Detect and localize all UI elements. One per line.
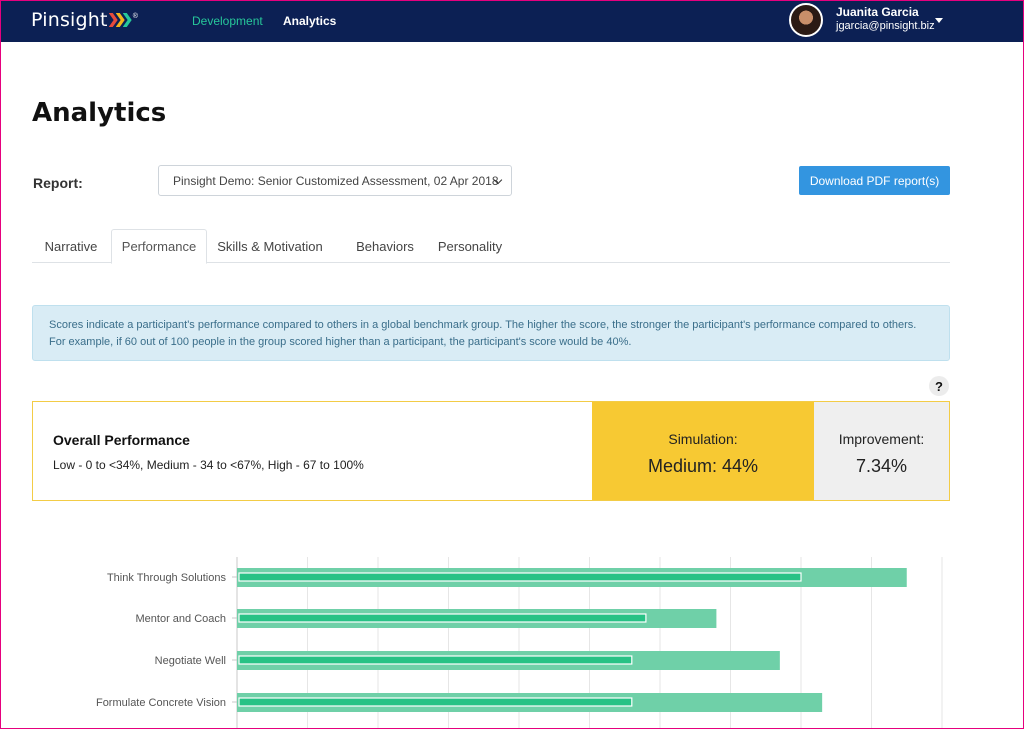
tab-behaviors[interactable]: Behaviors xyxy=(344,229,426,263)
improvement-value: 7.34% xyxy=(855,456,908,476)
improvement-score-box: Improvement: 7.34% xyxy=(814,402,949,500)
report-tabs: Narrative Performance Skills & Motivatio… xyxy=(32,229,950,264)
user-avatar[interactable] xyxy=(789,3,823,37)
top-navbar: Pinsight ® Development Analytics Juanita… xyxy=(0,0,1024,42)
nav-analytics-link[interactable]: Analytics xyxy=(283,14,336,28)
bar-inner xyxy=(238,655,633,665)
tab-narrative[interactable]: Narrative xyxy=(32,229,110,263)
tab-performance[interactable]: Performance xyxy=(111,229,207,264)
category-label: Mentor and Coach xyxy=(136,613,227,625)
category-label: Negotiate Well xyxy=(155,655,226,667)
bar-inner xyxy=(238,697,633,707)
user-email[interactable]: jgarcia@pinsight.biz xyxy=(836,20,935,32)
info-alert: Scores indicate a participant's performa… xyxy=(32,305,950,361)
simulation-value: Medium: 44% xyxy=(647,456,759,476)
logo-chevrons-icon xyxy=(108,13,132,27)
report-label: Report: xyxy=(33,175,83,191)
competency-bar-chart: Think Through Solutions Mentor and Coach N… xyxy=(96,557,943,729)
performance-ranges: Low - 0 to <34%, Medium - 34 to <67%, Hi… xyxy=(53,458,364,472)
improvement-label: Improvement: xyxy=(838,431,925,447)
category-label: Think Through Solutions xyxy=(107,572,227,584)
user-menu-caret-icon[interactable] xyxy=(935,18,943,23)
logo-chevron-red xyxy=(108,13,118,27)
tab-skills-motivation[interactable]: Skills & Motivation xyxy=(208,229,332,263)
pinsight-logo[interactable]: Pinsight ® xyxy=(31,9,138,31)
overall-performance-card: Overall Performance Low - 0 to <34%, Med… xyxy=(32,401,950,501)
simulation-label: Simulation: xyxy=(668,431,738,447)
download-pdf-button[interactable]: Download PDF report(s) xyxy=(799,166,950,195)
user-name[interactable]: Juanita Garcia xyxy=(836,5,919,19)
registered-mark: ® xyxy=(132,12,138,20)
overall-performance-title: Overall Performance xyxy=(53,432,190,448)
help-icon[interactable]: ? xyxy=(929,376,949,396)
report-select[interactable]: Pinsight Demo: Senior Customized Assessm… xyxy=(158,165,512,196)
tab-personality[interactable]: Personality xyxy=(428,229,512,263)
category-label: Formulate Concrete Vision xyxy=(96,697,226,709)
page-title: Analytics xyxy=(32,98,167,128)
simulation-score-box: Simulation: Medium: 44% xyxy=(592,402,814,500)
bar-inner xyxy=(238,613,647,623)
nav-development-link[interactable]: Development xyxy=(192,14,263,28)
logo-text: Pinsight xyxy=(31,9,108,31)
report-select-value: Pinsight Demo: Senior Customized Assessm… xyxy=(173,174,499,188)
bar-inner xyxy=(238,572,802,582)
